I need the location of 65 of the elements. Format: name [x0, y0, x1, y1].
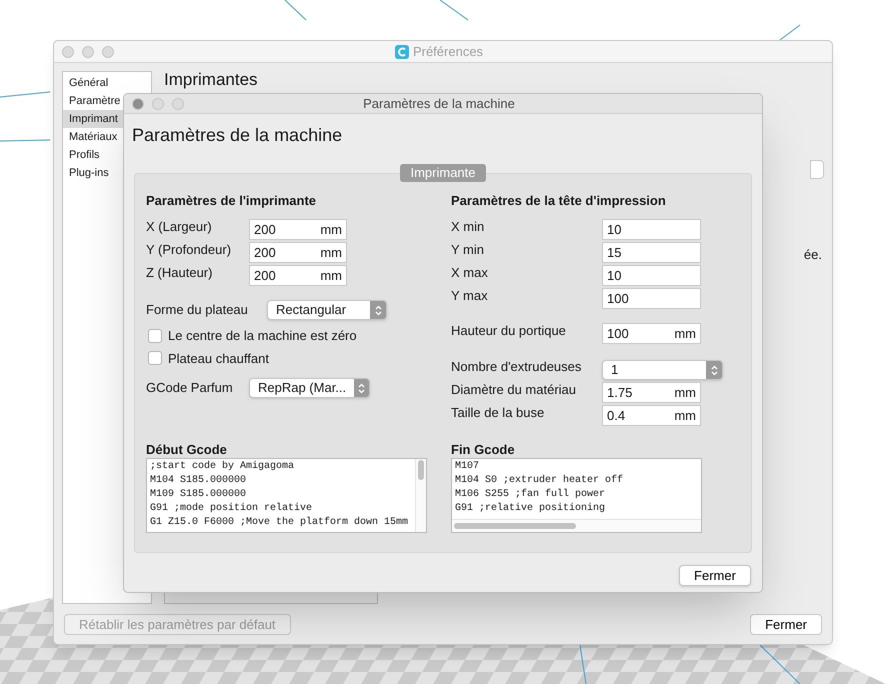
window-control-icon[interactable]: [102, 46, 114, 58]
chevron-up-down-icon: [358, 382, 366, 394]
code-line: ;start code by Amigagoma: [150, 460, 294, 474]
window-control-icon[interactable]: [62, 46, 74, 58]
code-line: M106 S255 ;fan full power: [455, 488, 606, 502]
field-label: Forme du plateau: [146, 301, 249, 320]
code-line: G91 ;mode position relative: [150, 502, 312, 516]
input-field[interactable]: 10: [602, 219, 701, 240]
input-field[interactable]: 200 mm: [249, 219, 347, 240]
input-field[interactable]: 100: [602, 288, 701, 309]
window-control-icon[interactable]: [172, 98, 184, 110]
field-label: X min: [451, 219, 486, 235]
section-heading: Fin Gcode: [451, 442, 516, 458]
input-field[interactable]: 15: [602, 242, 701, 263]
chevron-up-down-icon: [710, 364, 718, 376]
field-label: X max: [451, 265, 489, 281]
horizontal-scrollbar[interactable]: [452, 519, 701, 532]
section-heading: Paramètres de la tête d'impression: [451, 192, 667, 210]
field-label: Diamètre du matériau: [451, 382, 577, 398]
input-field[interactable]: [810, 160, 824, 179]
sidebar-item[interactable]: Général: [63, 74, 151, 92]
code-line: G91 ;relative positioning: [455, 502, 606, 516]
window-title: Paramètres de la machine: [362, 94, 516, 113]
field-label: X (Largeur): [146, 219, 213, 235]
field-label: Y max: [451, 288, 489, 304]
checkbox[interactable]: [148, 328, 162, 343]
input-field[interactable]: 100 mm: [602, 323, 701, 344]
close-button[interactable]: Fermer: [750, 614, 822, 634]
input-field[interactable]: 200 mm: [249, 265, 347, 286]
field-label: Z (Hauteur): [146, 265, 214, 281]
field-label: Hauteur du portique: [451, 323, 567, 339]
code-editor[interactable]: ;start code by Amigagoma M104 S185.000000 M109 S185.000000 G91 ;mode position relative G1 Z15.0 F6000 ;Move the platform down 15mm: [146, 458, 427, 533]
page-heading: Imprimantes: [164, 70, 259, 90]
code-line: M104 S185.000000: [150, 474, 246, 488]
code-editor[interactable]: M107 M104 S0 ;extruder heater off M106 S255 ;fan full power G91 ;relative positioning: [451, 458, 702, 533]
app-logo-icon: [394, 44, 409, 58]
section-heading: Début Gcode: [146, 442, 228, 458]
window-title: Préférences: [412, 42, 484, 61]
window-control-icon[interactable]: [82, 46, 94, 58]
vertical-scrollbar[interactable]: [415, 459, 426, 532]
field-label: Y (Profondeur): [146, 242, 232, 258]
code-line: M109 S185.000000: [150, 488, 246, 502]
field-label: Taille de la buse: [451, 405, 546, 421]
dropdown-select[interactable]: Rectangular: [267, 300, 387, 320]
field-label: Nombre d'extrudeuses: [451, 359, 582, 375]
field-label: GCode Parfum: [146, 379, 234, 398]
window-control-icon[interactable]: [132, 98, 144, 110]
code-line: G1 Z15.0 F6000 ;Move the platform down 15mm: [150, 516, 408, 530]
chevron-up-down-icon: [374, 304, 382, 316]
checkbox-label: Le centre de la machine est zéro: [168, 327, 357, 345]
dropdown-select[interactable]: 1: [602, 360, 723, 380]
input-field[interactable]: 0.4 mm: [602, 405, 701, 426]
clipped-text: ée.: [804, 246, 822, 264]
code-line: M107: [455, 460, 480, 474]
input-field[interactable]: 1.75 mm: [602, 382, 701, 403]
section-heading: Paramètres de l'imprimante: [146, 192, 317, 210]
checkbox[interactable]: [148, 351, 162, 366]
field-label: Y min: [451, 242, 485, 258]
code-line: M104 S0 ;extruder heater off: [455, 474, 624, 488]
input-field[interactable]: 10: [602, 265, 701, 286]
checkbox-label: Plateau chauffant: [168, 350, 269, 368]
dropdown-select[interactable]: RepRap (Mar...: [249, 378, 370, 398]
input-field[interactable]: 200 mm: [249, 242, 347, 263]
window-control-icon[interactable]: [152, 98, 164, 110]
close-button[interactable]: Fermer: [679, 565, 751, 586]
